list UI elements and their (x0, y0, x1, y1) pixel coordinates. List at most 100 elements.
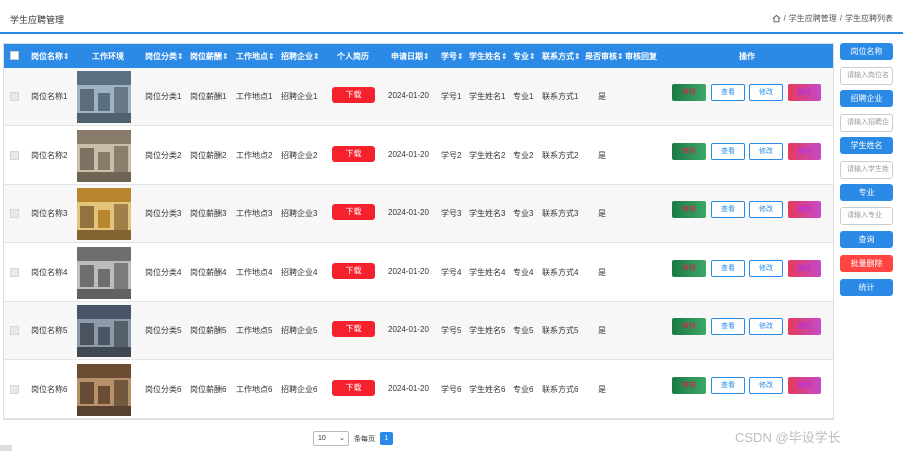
header-student-name[interactable]: 学生姓名⇕ (469, 51, 508, 62)
cell-major: 专业5 (513, 326, 534, 335)
search-button[interactable]: 查询 (840, 231, 893, 248)
cell-category: 岗位分类5 (145, 326, 182, 335)
header-salary[interactable]: 岗位薪酬⇕ (190, 51, 229, 62)
edit-button[interactable]: 修改 (749, 84, 783, 101)
cell-contact: 联系方式3 (542, 209, 579, 218)
page-size-select[interactable]: 10 ⌄ (313, 431, 349, 446)
view-button[interactable]: 查看 (711, 376, 745, 394)
view-button[interactable]: 查看 (711, 318, 745, 335)
cell-contact: 联系方式2 (542, 150, 579, 160)
review-button[interactable]: 审核 (672, 84, 706, 101)
review-button[interactable]: 审核 (672, 318, 706, 335)
header-environment: 工作环境 (92, 52, 124, 61)
environment-photo[interactable] (77, 71, 131, 123)
row-checkbox[interactable] (10, 384, 19, 394)
header-category[interactable]: 岗位分类⇕ (145, 51, 184, 62)
environment-photo[interactable] (77, 129, 131, 182)
cell-company: 招聘企业1 (281, 92, 318, 101)
cell-reviewed: 是 (598, 267, 606, 277)
view-button[interactable]: 查看 (711, 259, 745, 277)
cell-major: 专业6 (513, 384, 534, 394)
download-resume-button[interactable]: 下载 (332, 145, 375, 162)
major-input[interactable]: 请输入专业 (840, 207, 893, 225)
view-button[interactable]: 查看 (711, 201, 745, 218)
table-row: 岗位名称6 岗位分类6 岗位薪酬6 工作地点6 招聘企业6 下载 2024-01-20 学号6… (4, 361, 833, 419)
cell-salary: 岗位薪酬4 (190, 267, 227, 277)
home-icon[interactable] (772, 14, 781, 23)
environment-photo[interactable] (77, 246, 131, 299)
batch-delete-button[interactable]: 批量删除 (840, 255, 893, 272)
page-title: 学生应聘管理 (10, 15, 65, 25)
stats-button[interactable]: 统计 (840, 279, 893, 296)
download-resume-button[interactable]: 下载 (332, 262, 375, 279)
review-button[interactable]: 审核 (672, 142, 706, 160)
student-name-input[interactable]: 请输入学生姓 (840, 161, 893, 179)
environment-photo[interactable] (77, 188, 131, 240)
row-checkbox[interactable] (10, 209, 19, 218)
cell-student-id: 学号6 (441, 384, 462, 394)
job-name-input[interactable]: 请输入岗位名 (840, 67, 893, 85)
download-resume-button[interactable]: 下载 (332, 87, 375, 103)
breadcrumb-item[interactable]: 学生应聘管理 (789, 13, 837, 24)
header-reviewed[interactable]: 是否审核⇕ (585, 51, 624, 62)
edit-button[interactable]: 修改 (749, 259, 783, 277)
cell-major: 专业2 (513, 150, 534, 160)
edit-button[interactable]: 修改 (749, 142, 783, 160)
cell-job-name: 岗位名称1 (31, 92, 68, 101)
cell-major: 专业1 (513, 92, 534, 101)
delete-button[interactable]: 删除 (788, 376, 821, 394)
environment-photo[interactable] (77, 363, 131, 416)
cell-contact: 联系方式6 (542, 384, 579, 394)
edit-button[interactable]: 修改 (749, 376, 783, 394)
header-student-id[interactable]: 学号⇕ (441, 51, 464, 62)
page-button-current[interactable]: 1 (380, 432, 393, 445)
header-resume: 个人简历 (337, 52, 369, 61)
row-checkbox[interactable] (10, 150, 19, 160)
select-all-checkbox[interactable] (10, 51, 19, 60)
cell-date: 2024-01-20 (388, 91, 429, 100)
cell-student-name: 学生姓名5 (469, 326, 506, 335)
cell-job-name: 岗位名称3 (31, 209, 68, 218)
header-date[interactable]: 申请日期⇕ (391, 51, 430, 62)
cell-job-name: 岗位名称4 (31, 267, 68, 277)
download-resume-button[interactable]: 下载 (332, 204, 375, 220)
review-button[interactable]: 审核 (672, 201, 706, 218)
chevron-down-icon: ⌄ (339, 435, 345, 442)
row-checkbox[interactable] (10, 267, 19, 277)
delete-button[interactable]: 删除 (788, 259, 821, 277)
review-button[interactable]: 审核 (672, 259, 706, 277)
cell-category: 岗位分类1 (145, 92, 182, 101)
cell-date: 2024-01-20 (388, 266, 429, 276)
header-location[interactable]: 工作地点⇕ (236, 51, 275, 62)
delete-button[interactable]: 删除 (788, 142, 821, 160)
cell-student-name: 学生姓名4 (469, 267, 506, 277)
cell-major: 专业4 (513, 267, 534, 277)
header-job-name[interactable]: 岗位名称⇕ (31, 51, 70, 62)
cell-student-id: 学号1 (441, 92, 462, 101)
header-major[interactable]: 专业⇕ (513, 51, 536, 62)
header-contact[interactable]: 联系方式⇕ (542, 51, 581, 62)
download-resume-button[interactable]: 下载 (332, 321, 375, 337)
cell-company: 招聘企业5 (281, 326, 318, 335)
delete-button[interactable]: 删除 (788, 318, 821, 335)
delete-button[interactable]: 删除 (788, 201, 821, 218)
cell-company: 招聘企业6 (281, 384, 318, 394)
delete-button[interactable]: 删除 (788, 84, 821, 101)
header-company[interactable]: 招聘企业⇕ (281, 51, 320, 62)
review-button[interactable]: 审核 (672, 376, 706, 394)
view-button[interactable]: 查看 (711, 142, 745, 160)
edit-button[interactable]: 修改 (749, 201, 783, 218)
edit-button[interactable]: 修改 (749, 318, 783, 335)
company-input[interactable]: 请输入招聘企 (840, 114, 893, 132)
cell-contact: 联系方式1 (542, 92, 579, 101)
table-row: 岗位名称2 岗位分类2 岗位薪酬2 工作地点2 招聘企业2 下载 2024-01-20 学号2… (4, 127, 833, 185)
cell-category: 岗位分类4 (145, 267, 182, 277)
row-checkbox[interactable] (10, 92, 19, 101)
download-resume-button[interactable]: 下载 (332, 379, 375, 396)
view-button[interactable]: 查看 (711, 84, 745, 101)
row-checkbox[interactable] (10, 326, 19, 335)
cell-job-name: 岗位名称2 (31, 150, 68, 160)
cell-date: 2024-01-20 (388, 383, 429, 393)
environment-photo[interactable] (77, 305, 131, 357)
student-name-label: 学生姓名 (840, 137, 893, 154)
